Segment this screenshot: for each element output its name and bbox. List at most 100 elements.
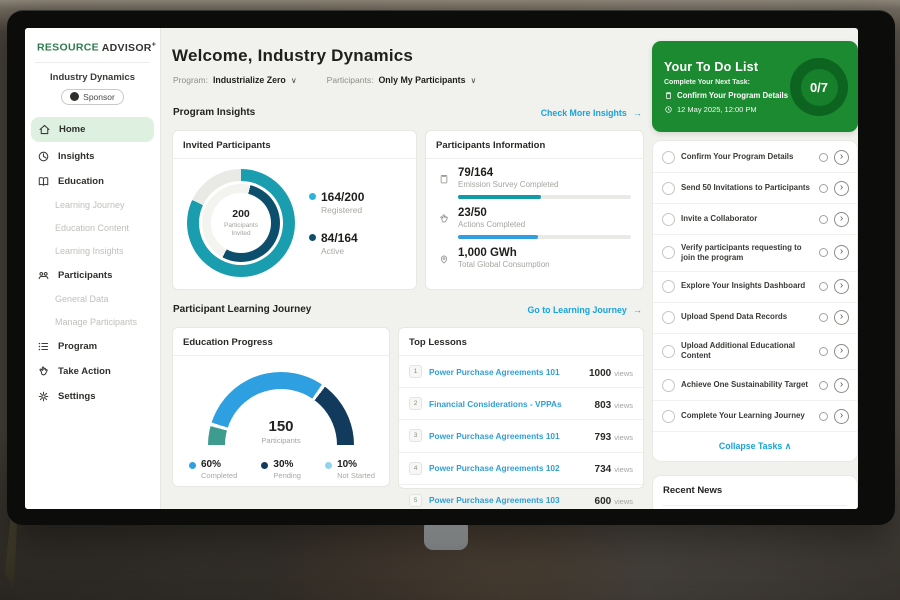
news-divider (663, 505, 847, 506)
book-icon (37, 175, 50, 188)
lesson-views: 793 (595, 432, 612, 443)
lesson-row: 2 Financial Considerations - VPPAs 803vi… (399, 388, 643, 420)
chevron-right-icon[interactable]: › (834, 310, 849, 325)
info-value: 23/50 (458, 207, 631, 219)
sidebar-item-education-content[interactable]: Education Content (25, 217, 160, 240)
insights-cards-row: Invited Participants 200 Participants In… (172, 130, 644, 290)
collapse-tasks-link[interactable]: Collapse Tasks ∧ (653, 432, 857, 460)
lesson-row: 4 Power Purchase Agreements 102 734views (399, 453, 643, 485)
lesson-link[interactable]: Financial Considerations - VPPAs (429, 399, 588, 409)
task-checkbox[interactable] (662, 151, 675, 164)
info-value: 1,000 GWh (458, 247, 631, 259)
task-checkbox[interactable] (662, 280, 675, 293)
donut-legend: 164/200 Registered 84/164 Active (309, 190, 364, 256)
lesson-link[interactable]: Power Purchase Agreements 102 (429, 463, 588, 473)
task-checkbox[interactable] (662, 311, 675, 324)
sidebar-item-label: Insights (58, 151, 94, 162)
task-label: Complete Your Learning Journey (681, 411, 813, 421)
clock-icon (819, 412, 828, 421)
lesson-link[interactable]: Power Purchase Agreements 101 (429, 367, 582, 377)
legend-value: 60% (201, 459, 237, 470)
legend-label: Not Started (337, 471, 375, 480)
task-label: Confirm Your Program Details (681, 152, 813, 162)
donut-center-value: 200 (232, 208, 250, 220)
sidebar-item-settings[interactable]: Settings (25, 384, 160, 409)
sponsor-badge[interactable]: Sponsor (61, 89, 124, 105)
clock-icon (819, 313, 828, 322)
sidebar-item-education[interactable]: Education (25, 169, 160, 194)
sidebar-item-label: Learning Journey (55, 200, 125, 210)
task-checkbox[interactable] (662, 213, 675, 226)
chevron-right-icon[interactable]: › (834, 409, 849, 424)
check-more-insights-link[interactable]: Check More Insights → (541, 108, 642, 118)
legend-value: 164/200 (321, 190, 364, 204)
lesson-views: 1000 (589, 368, 611, 379)
sidebar-item-learning-insights[interactable]: Learning Insights (25, 240, 160, 263)
sidebar-item-take-action[interactable]: Take Action (25, 359, 160, 384)
go-to-learning-journey-link[interactable]: Go to Learning Journey → (528, 305, 642, 315)
brand-advisor-text: ADVISOR (102, 42, 152, 54)
info-row-actions: 23/50 Actions Completed (426, 199, 643, 239)
info-label: Actions Completed (458, 220, 631, 229)
sidebar-item-learning-journey[interactable]: Learning Journey (25, 194, 160, 217)
legend-item-registered: 164/200 Registered (309, 190, 364, 215)
sidebar-nav: Home Insights Education Learning Journey… (25, 117, 160, 409)
sidebar-item-label: General Data (55, 294, 109, 304)
sidebar-item-label: Manage Participants (55, 317, 137, 327)
chevron-right-icon[interactable]: › (834, 378, 849, 393)
program-select[interactable]: Program: Industrialize Zero ∨ (173, 75, 297, 85)
lesson-link[interactable]: Power Purchase Agreements 101 (429, 431, 588, 441)
task-checkbox[interactable] (662, 246, 675, 259)
sidebar-item-general-data[interactable]: General Data (25, 288, 160, 311)
task-row-explore-insights[interactable]: Explore Your Insights Dashboard › (653, 272, 857, 303)
task-row-send-invitations[interactable]: Send 50 Invitations to Participants › (653, 173, 857, 204)
sidebar-item-program[interactable]: Program (25, 334, 160, 359)
lesson-link[interactable]: Power Purchase Agreements 103 (429, 495, 588, 505)
sidebar-item-manage-participants[interactable]: Manage Participants (25, 311, 160, 334)
card-title: Education Progress (173, 328, 389, 356)
task-row-upload-educational-content[interactable]: Upload Additional Educational Content › (653, 334, 857, 371)
chevron-right-icon[interactable]: › (834, 344, 849, 359)
survey-progress-fill (458, 195, 541, 199)
info-row-survey: 79/164 Emission Survey Completed (426, 159, 643, 199)
legend-value: 30% (273, 459, 301, 470)
sidebar-item-insights[interactable]: Insights (25, 144, 160, 169)
task-checkbox[interactable] (662, 379, 675, 392)
info-value: 79/164 (458, 167, 631, 179)
todo-panel: Your To Do List Complete Your Next Task:… (652, 28, 858, 509)
task-checkbox[interactable] (662, 410, 675, 423)
chevron-right-icon[interactable]: › (834, 150, 849, 165)
task-row-invite-collaborator[interactable]: Invite a Collaborator › (653, 204, 857, 235)
chevron-down-icon: ∨ (470, 76, 476, 85)
participants-select[interactable]: Participants: Only My Participants ∨ (327, 75, 477, 85)
task-label: Verify participants requesting to join t… (681, 243, 813, 264)
task-row-upload-spend-data[interactable]: Upload Spend Data Records › (653, 303, 857, 334)
arrow-right-icon: → (633, 305, 642, 315)
hand-icon (37, 365, 50, 378)
sidebar-item-participants[interactable]: Participants (25, 263, 160, 288)
monitor-bezel: RESOURCE ADVISOR+ Industry Dynamics Spon… (7, 10, 895, 525)
task-row-verify-participants[interactable]: Verify participants requesting to join t… (653, 235, 857, 272)
lesson-rank: 5 (409, 494, 422, 507)
task-checkbox[interactable] (662, 345, 675, 358)
todo-due-label: 12 May 2025, 12:00 PM (677, 105, 757, 114)
task-checkbox[interactable] (662, 182, 675, 195)
chevron-right-icon[interactable]: › (834, 212, 849, 227)
task-row-complete-learning-journey[interactable]: Complete Your Learning Journey › (653, 401, 857, 432)
chevron-right-icon[interactable]: › (834, 279, 849, 294)
sidebar-item-label: Education (58, 176, 104, 187)
sidebar-item-home[interactable]: Home (31, 117, 154, 142)
legend-item-pending: 30% Pending (261, 459, 301, 480)
card-title: Top Lessons (399, 328, 643, 356)
chevron-right-icon[interactable]: › (834, 181, 849, 196)
sidebar-item-label: Learning Insights (55, 246, 124, 256)
task-row-confirm-program[interactable]: Confirm Your Program Details › (653, 142, 857, 173)
program-value: Industrialize Zero (213, 75, 286, 85)
legend-label: Registered (321, 205, 364, 215)
clock-icon (819, 381, 828, 390)
learning-cards-row: Education Progress 150 Participants 60% (172, 327, 644, 489)
task-row-achieve-target[interactable]: Achieve One Sustainability Target › (653, 370, 857, 401)
brand-advisor: ADVISOR+ (102, 42, 156, 54)
app-logo: RESOURCE ADVISOR+ (25, 38, 160, 62)
chevron-right-icon[interactable]: › (834, 245, 849, 260)
